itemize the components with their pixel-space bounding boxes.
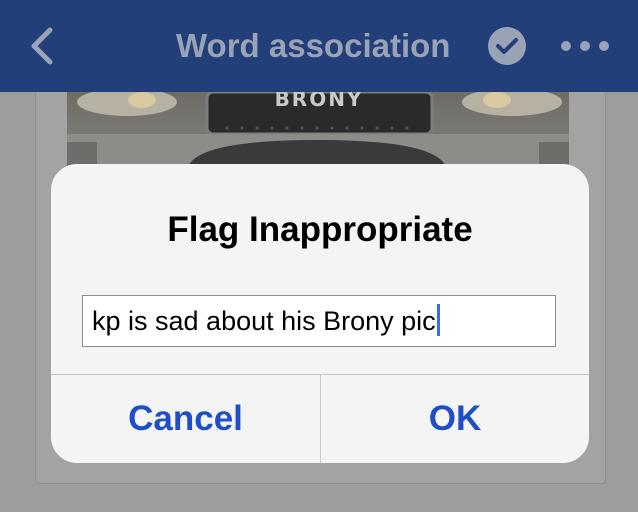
more-horizontal-icon	[561, 41, 609, 51]
text-cursor	[436, 304, 440, 336]
cancel-button[interactable]: Cancel	[51, 375, 320, 463]
ok-button[interactable]: OK	[321, 375, 589, 463]
flag-alert-dialog: Flag Inappropriate kp is sad about his B…	[51, 164, 589, 463]
nav-bar: Word association	[0, 0, 638, 92]
back-button[interactable]	[22, 24, 62, 68]
page-title: Word association	[176, 27, 451, 64]
more-options-button[interactable]	[556, 30, 614, 62]
alert-title: Flag Inappropriate	[167, 210, 473, 249]
chevron-left-icon	[31, 27, 53, 65]
flag-reason-value: kp is sad about his Brony pic	[92, 306, 436, 336]
verified-check-icon	[487, 26, 527, 66]
flag-reason-input[interactable]: kp is sad about his Brony pic	[82, 295, 556, 347]
